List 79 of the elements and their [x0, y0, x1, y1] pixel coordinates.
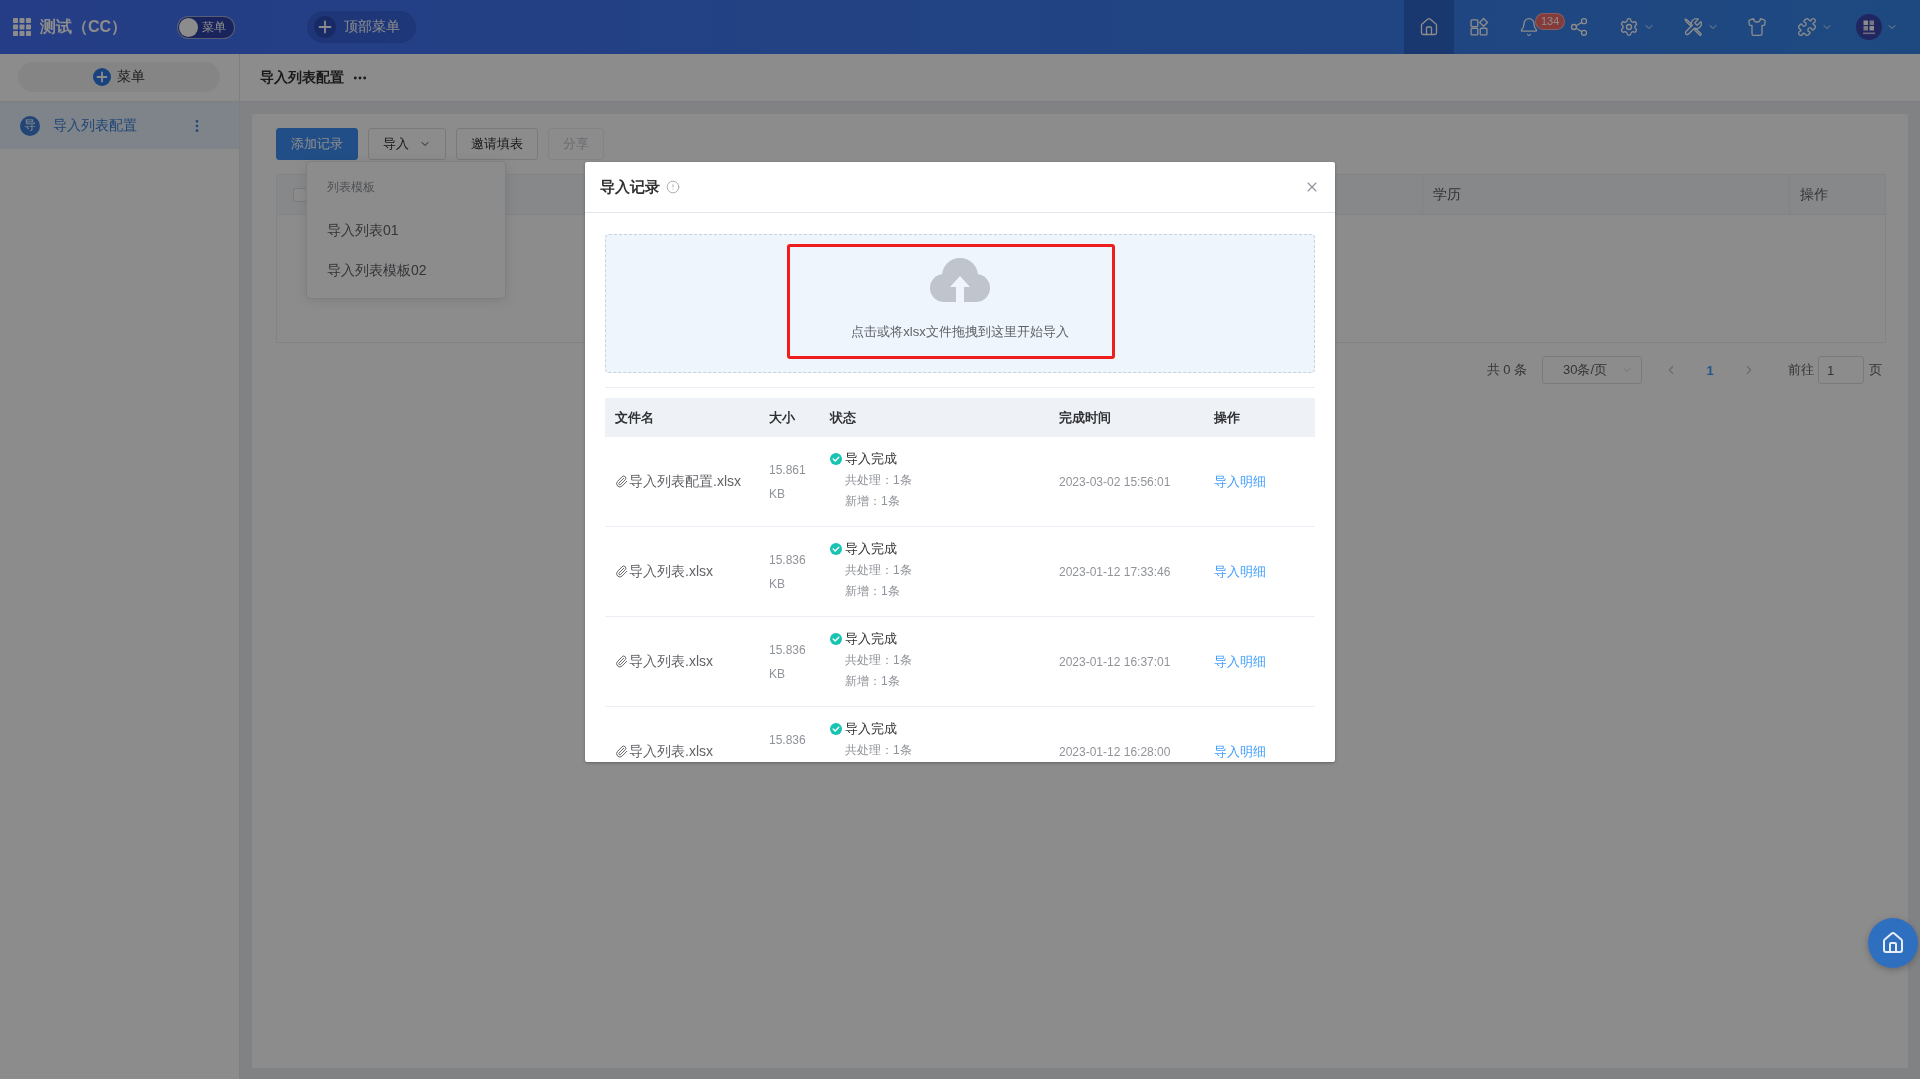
- sidebar-item[interactable]: 导 导入列表配置: [0, 102, 239, 149]
- file-size: 15.836: [769, 732, 807, 749]
- file-name: 导入列表.xlsx: [629, 742, 713, 761]
- completed-time: 2023-01-12 17:33:46: [1059, 564, 1171, 579]
- column-header: 学历: [1433, 185, 1461, 204]
- column-header: 状态: [828, 408, 857, 427]
- share-icon: [1569, 17, 1589, 37]
- upload-dropzone[interactable]: 点击或将xlsx文件拖拽到这里开始导入: [605, 234, 1315, 373]
- add-icon: [93, 68, 111, 86]
- add-menu-button[interactable]: 菜单: [18, 62, 220, 92]
- check-circle-icon: [830, 453, 842, 465]
- avatar-icon: [1856, 14, 1882, 40]
- file-size: 15.861 KB: [769, 462, 807, 503]
- item-initial: 导: [20, 115, 40, 136]
- file-name: 导入列表.xlsx: [629, 562, 713, 581]
- dialog-title: 导入记录: [600, 177, 660, 197]
- completed-time: 2023-01-12 16:28:00: [1059, 744, 1171, 759]
- file-name: 导入列表配置.xlsx: [629, 472, 741, 491]
- alert-icon[interactable]: [666, 180, 680, 194]
- status-text: 导入完成: [845, 720, 897, 738]
- column-header: 大小: [768, 408, 796, 427]
- menu-item[interactable]: 导入列表模板02: [307, 250, 505, 290]
- tools-icon: [1683, 17, 1703, 37]
- status-text: 导入完成: [845, 540, 897, 558]
- total-count: 共 0 条: [1486, 361, 1527, 379]
- status-detail: 共处理：1条: [845, 742, 912, 759]
- status-text: 导入完成: [845, 450, 897, 468]
- menu-group-title: 列表模板: [326, 179, 376, 196]
- bell-icon: [1519, 17, 1539, 37]
- toolbar-button[interactable]: 添加记录: [276, 128, 358, 160]
- status-detail: 新增：1条: [845, 583, 900, 600]
- file-size: 15.836 KB: [769, 552, 807, 593]
- file-size: 15.836 KB: [769, 642, 807, 683]
- goto-label: 前往: [1788, 361, 1814, 379]
- grid-icon[interactable]: [13, 18, 31, 36]
- paperclip-icon: [615, 475, 628, 488]
- completed-time: 2023-01-12 16:37:01: [1059, 654, 1171, 669]
- column-header: 操作: [1213, 408, 1241, 427]
- paperclip-icon: [615, 655, 628, 668]
- home-icon: [1419, 17, 1439, 37]
- dropdown-button[interactable]: 导入: [368, 128, 446, 160]
- completed-time: 2023-03-02 15:56:01: [1059, 474, 1171, 489]
- home-icon: [1881, 931, 1905, 955]
- page-size-select[interactable]: 30条/页: [1542, 356, 1642, 384]
- app-title: 测试（CC）: [40, 16, 128, 37]
- page-suffix: 页: [1869, 361, 1882, 379]
- menu-toggle[interactable]: 菜单: [177, 15, 236, 39]
- status-text: 导入完成: [845, 630, 897, 648]
- detail-link[interactable]: 导入明细: [1214, 652, 1266, 671]
- status-detail: 新增：1条: [845, 673, 900, 690]
- status-detail: 新增：1条: [845, 493, 900, 510]
- column-header: 完成时间: [1058, 408, 1112, 427]
- status-detail: 共处理：1条: [845, 562, 912, 579]
- upload-hint: 点击或将xlsx文件拖拽到这里开始导入: [851, 323, 1069, 341]
- column-header: 操作: [1800, 185, 1828, 204]
- check-circle-icon: [830, 543, 842, 555]
- detail-link[interactable]: 导入明细: [1214, 562, 1266, 581]
- detail-link[interactable]: 导入明细: [1214, 472, 1266, 491]
- status-detail: 共处理：1条: [845, 472, 912, 489]
- paperclip-icon: [615, 565, 628, 578]
- apps-icon: [1469, 17, 1489, 37]
- page-title: 导入列表配置: [260, 68, 344, 87]
- settings-icon: [1619, 17, 1639, 37]
- column-header: 文件名: [614, 408, 655, 427]
- menu-item[interactable]: 导入列表01: [307, 210, 505, 250]
- detail-link[interactable]: 导入明细: [1214, 742, 1266, 761]
- paperclip-icon: [615, 745, 628, 758]
- page-input[interactable]: 1: [1818, 356, 1864, 384]
- select-all-checkbox[interactable]: [293, 187, 307, 202]
- check-circle-icon: [830, 723, 842, 735]
- toolbar-button[interactable]: 邀请填表: [456, 128, 538, 160]
- page-number[interactable]: 1: [1695, 356, 1725, 384]
- puzzle-icon: [1797, 17, 1817, 37]
- notification-count: 134: [1535, 13, 1566, 30]
- cloud-upload-icon: [930, 258, 990, 302]
- shirt-icon: [1747, 17, 1767, 37]
- file-name: 导入列表.xlsx: [629, 652, 713, 671]
- status-detail: 共处理：1条: [845, 652, 912, 669]
- check-circle-icon: [830, 633, 842, 645]
